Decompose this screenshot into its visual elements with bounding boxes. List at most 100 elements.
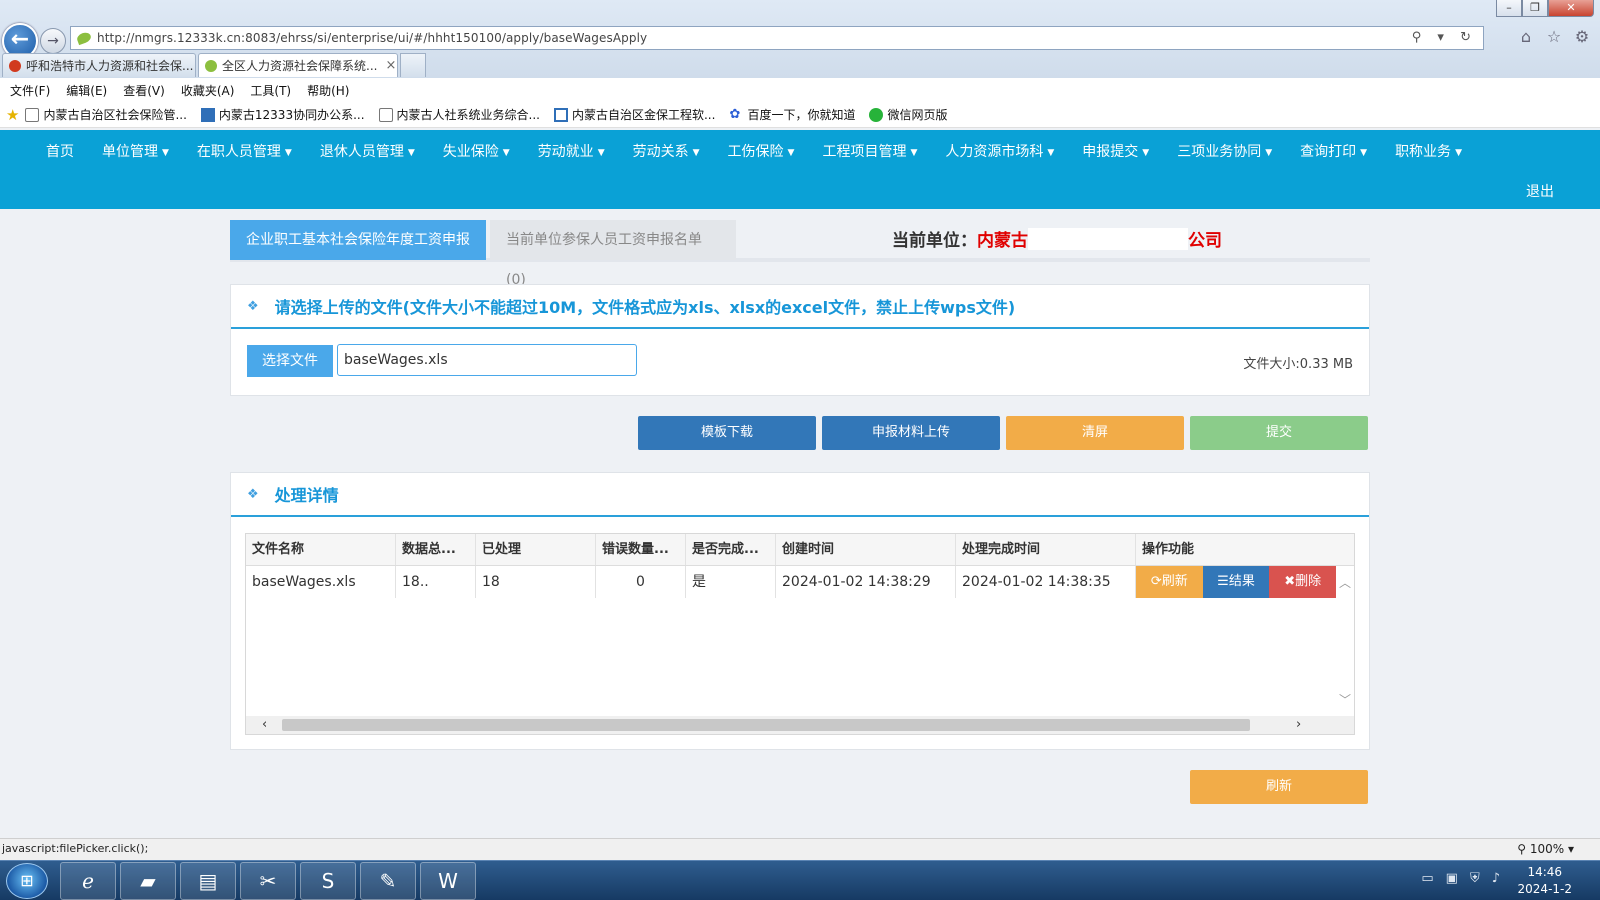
page-tabs: 企业职工基本社会保险年度工资申报 当前单位参保人员工资申报名单(0) 当前单位：… bbox=[230, 218, 1370, 288]
tab-close-icon[interactable]: × bbox=[385, 58, 396, 73]
nav-unit-management[interactable]: 单位管理 ▼ bbox=[102, 141, 169, 161]
horizontal-scrollbar[interactable]: ‹ › bbox=[246, 716, 1354, 734]
nav-labor-relations[interactable]: 劳动关系 ▼ bbox=[633, 141, 700, 161]
home-icon[interactable]: ⌂ bbox=[1516, 27, 1536, 47]
chevron-up-icon[interactable]: ︿ bbox=[1336, 574, 1354, 591]
nav-injury-insurance[interactable]: 工伤保险 ▼ bbox=[728, 141, 795, 161]
restore-icon[interactable]: ❐ bbox=[1522, 0, 1548, 17]
column-header[interactable]: 已处理 bbox=[476, 534, 596, 565]
dropdown-icon[interactable]: ▾ bbox=[1437, 30, 1450, 45]
ie-browser-icon[interactable]: ℯ bbox=[60, 862, 116, 900]
nav-project-management[interactable]: 工程项目管理 ▼ bbox=[822, 141, 917, 161]
browser-tab-label: 全区人力资源社会保障系统... bbox=[222, 59, 378, 73]
zoom-level[interactable]: ⚲ 100% ▾ bbox=[1517, 839, 1574, 859]
menu-help[interactable]: 帮助(H) bbox=[307, 82, 349, 99]
nav-query-print[interactable]: 查询打印 ▼ bbox=[1300, 141, 1367, 161]
minimize-icon[interactable]: – bbox=[1496, 0, 1522, 17]
star-icon[interactable]: ☆ bbox=[1544, 27, 1564, 47]
menu-edit[interactable]: 编辑(E) bbox=[66, 82, 107, 99]
choose-file-button[interactable]: 选择文件 bbox=[247, 345, 333, 377]
shield-icon[interactable]: ⛨ bbox=[1470, 871, 1480, 886]
chevron-down-icon[interactable]: ﹀ bbox=[1336, 691, 1354, 708]
row-delete-button[interactable]: ✖删除 bbox=[1269, 566, 1336, 598]
nav-employee-management[interactable]: 在职人员管理 ▼ bbox=[197, 141, 292, 161]
row-refresh-button[interactable]: ⟳刷新 bbox=[1136, 566, 1203, 598]
leaf-favicon-icon bbox=[205, 59, 217, 72]
favorite-link-1[interactable]: 内蒙古自治区社会保险管... bbox=[25, 106, 187, 123]
address-bar[interactable]: http://nmgrs.12333k.cn:8083/ehrss/si/ent… bbox=[70, 26, 1484, 50]
nav-unemployment-insurance[interactable]: 失业保险 ▼ bbox=[443, 141, 510, 161]
caret-down-icon: ▼ bbox=[162, 148, 169, 158]
table-row[interactable]: baseWages.xls 18.. 18 0 是 2024-01-02 14:… bbox=[246, 566, 1354, 598]
vertical-scrollbar[interactable]: ︿ ﹀ bbox=[1336, 566, 1354, 718]
nav-label: 单位管理 bbox=[102, 144, 158, 160]
favorite-link-3[interactable]: 内蒙古人社系统业务综合... bbox=[378, 106, 540, 123]
template-download-button[interactable]: 模板下载 bbox=[638, 416, 816, 450]
refresh-button[interactable]: 刷新 bbox=[1190, 770, 1368, 804]
address-url[interactable]: http://nmgrs.12333k.cn:8083/ehrss/si/ent… bbox=[97, 31, 647, 45]
row-result-label: 结果 bbox=[1228, 574, 1255, 589]
upload-material-button[interactable]: 申报材料上传 bbox=[822, 416, 1000, 450]
column-header[interactable]: 错误数量... bbox=[596, 534, 686, 565]
address-tools[interactable]: ⚲ ▾ ↻ bbox=[1412, 30, 1477, 45]
reload-icon[interactable]: ↻ bbox=[1460, 30, 1477, 45]
keyboard-icon[interactable]: ▭ bbox=[1421, 871, 1433, 886]
forward-arrow-icon[interactable]: → bbox=[40, 28, 66, 54]
clock[interactable]: 14:46 2024-1-2 bbox=[1518, 864, 1572, 898]
browser-tab-1[interactable]: 呼和浩特市人力资源和社会保... bbox=[2, 53, 196, 77]
nav-employment[interactable]: 劳动就业 ▼ bbox=[538, 141, 605, 161]
tab-insured-wage-list[interactable]: 当前单位参保人员工资申报名单(0) bbox=[490, 220, 736, 288]
favorite-link-2[interactable]: 内蒙古12333协同办公系... bbox=[200, 106, 365, 123]
menu-bar: 文件(F) 编辑(E) 查看(V) 收藏夹(A) 工具(T) 帮助(H) bbox=[0, 78, 1600, 102]
file-explorer-icon[interactable]: ▤ bbox=[180, 862, 236, 900]
column-header[interactable]: 创建时间 bbox=[776, 534, 956, 565]
nav-business-collab[interactable]: 三项业务协同 ▼ bbox=[1177, 141, 1272, 161]
clear-screen-button[interactable]: 清屏 bbox=[1006, 416, 1184, 450]
chevron-left-icon[interactable]: ‹ bbox=[262, 716, 267, 734]
browser-tab-2[interactable]: 全区人力资源社会保障系统... × bbox=[198, 53, 398, 77]
column-header[interactable]: 数据总... bbox=[396, 534, 476, 565]
favorite-link-5[interactable]: ✿ 百度一下，你就知道 bbox=[729, 106, 855, 123]
search-icon[interactable]: ⚲ bbox=[1412, 30, 1428, 45]
sticky-notes-icon[interactable]: ▰ bbox=[120, 862, 176, 900]
column-header[interactable]: 文件名称 bbox=[246, 534, 396, 565]
file-name-field[interactable] bbox=[337, 344, 637, 376]
network-icon[interactable]: ▣ bbox=[1446, 871, 1458, 886]
spreadsheet-app-icon[interactable]: S bbox=[300, 862, 356, 900]
logout-link[interactable]: 退出 bbox=[1526, 181, 1554, 201]
gear-icon[interactable]: ⚙ bbox=[1572, 27, 1592, 47]
paint-app-icon[interactable]: ✎ bbox=[360, 862, 416, 900]
menu-tools[interactable]: 工具(T) bbox=[250, 82, 291, 99]
column-header[interactable]: 是否完成... bbox=[686, 534, 776, 565]
detail-panel-header: ❖ 处理详情 bbox=[231, 473, 1369, 517]
favorite-link-6[interactable]: 微信网页版 bbox=[869, 106, 947, 123]
nav-label: 查询打印 bbox=[1300, 144, 1357, 160]
nav-title-business[interactable]: 职称业务 ▼ bbox=[1395, 141, 1462, 161]
nav-home[interactable]: 首页 bbox=[46, 141, 74, 161]
nav-label: 劳动关系 bbox=[632, 144, 689, 160]
submit-button[interactable]: 提交 bbox=[1190, 416, 1368, 450]
chevron-right-icon[interactable]: › bbox=[1296, 716, 1301, 734]
new-tab-button[interactable] bbox=[400, 53, 426, 77]
menu-favorites[interactable]: 收藏夹(A) bbox=[181, 82, 235, 99]
close-window-icon[interactable]: ✕ bbox=[1548, 0, 1594, 17]
volume-icon[interactable]: ♪ bbox=[1492, 871, 1500, 886]
nav-retiree-management[interactable]: 退休人员管理 ▼ bbox=[320, 141, 415, 161]
tab-annual-wage-declaration[interactable]: 企业职工基本社会保险年度工资申报 bbox=[230, 220, 486, 260]
nav-hr-market[interactable]: 人力资源市场科 ▼ bbox=[945, 141, 1054, 161]
windows-start-icon[interactable]: ⊞ bbox=[6, 863, 48, 899]
column-header[interactable]: 处理完成时间 bbox=[956, 534, 1136, 565]
menu-view[interactable]: 查看(V) bbox=[123, 82, 165, 99]
favorite-link-4[interactable]: 内蒙古自治区金保工程软... bbox=[553, 106, 715, 123]
window-controls: – ❐ ✕ bbox=[1496, 0, 1594, 17]
nav-label: 劳动就业 bbox=[537, 144, 594, 160]
caret-down-icon: ▼ bbox=[1455, 148, 1462, 158]
row-result-button[interactable]: ☰结果 bbox=[1202, 566, 1270, 598]
snipping-tool-icon[interactable]: ✂ bbox=[240, 862, 296, 900]
favorites-star-icon[interactable]: ★ bbox=[6, 106, 19, 124]
menu-file[interactable]: 文件(F) bbox=[10, 82, 50, 99]
scroll-thumb[interactable] bbox=[282, 719, 1250, 731]
writer-app-icon[interactable]: W bbox=[420, 862, 476, 900]
nav-label: 职称业务 bbox=[1395, 144, 1452, 160]
nav-declaration-submit[interactable]: 申报提交 ▼ bbox=[1082, 141, 1149, 161]
